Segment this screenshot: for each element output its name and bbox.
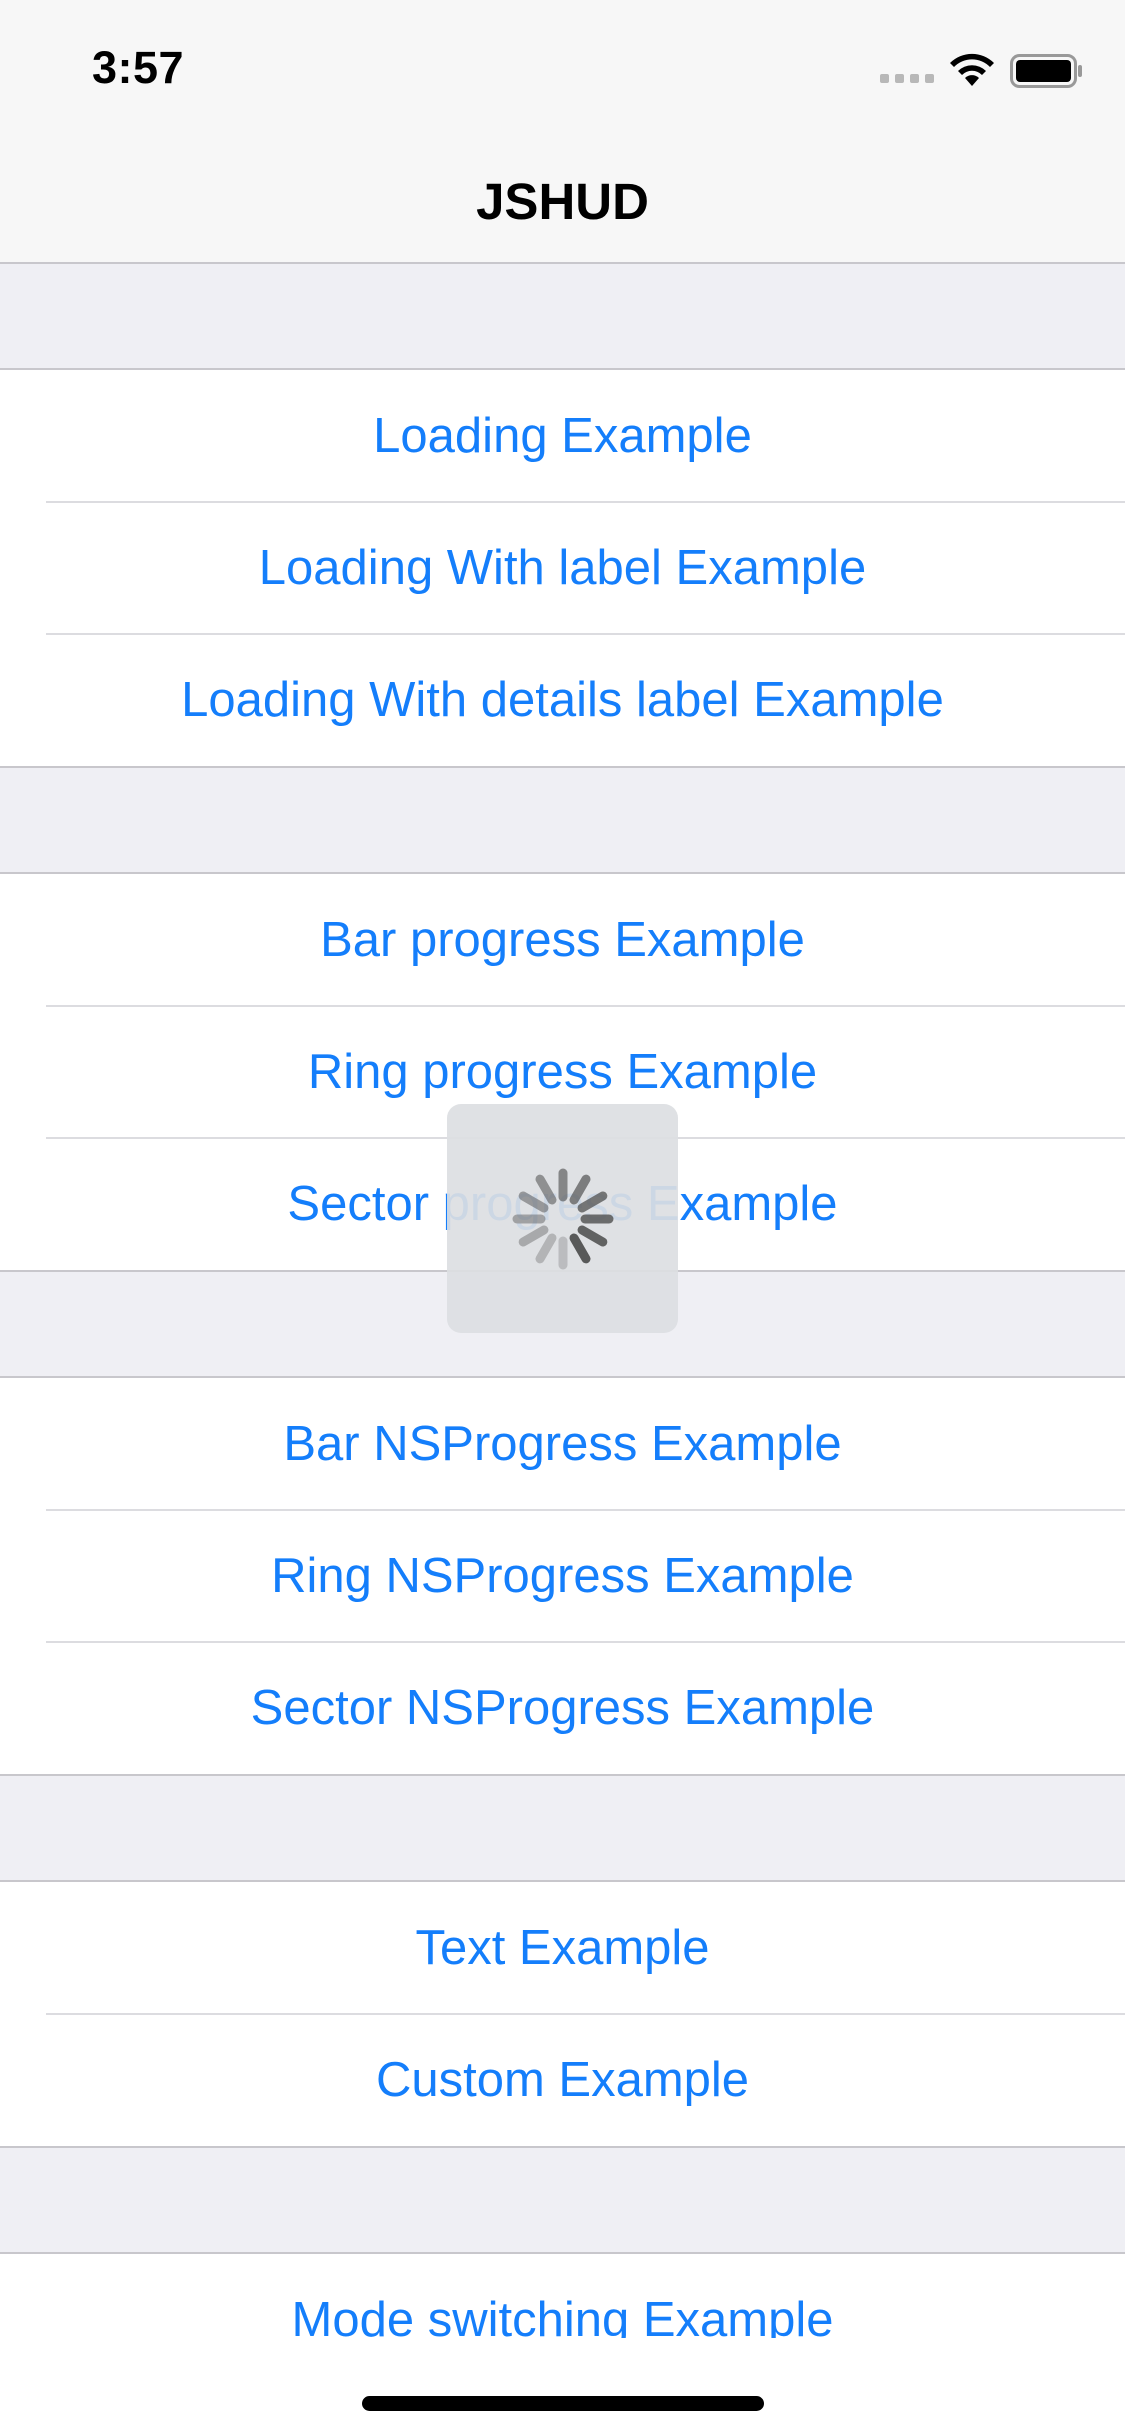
home-indicator[interactable] (362, 2396, 764, 2411)
status-time: 3:57 (92, 42, 185, 93)
spinner-spoke (518, 1225, 548, 1246)
status-bar: 3:57 (0, 0, 1125, 132)
row-ring-nsprogress-example[interactable]: Ring NSProgress Example (0, 1509, 1125, 1642)
section-gap (0, 2148, 1125, 2254)
home-indicator-area (0, 2338, 1125, 2436)
row-loading-with-details-label-example[interactable]: Loading With details label Example (0, 633, 1125, 766)
spinner-spoke (577, 1225, 607, 1246)
battery-icon (1010, 54, 1082, 88)
row-bar-progress-example[interactable]: Bar progress Example (0, 874, 1125, 1006)
signal-icon (880, 74, 934, 83)
loading-hud (447, 1104, 678, 1333)
row-loading-example[interactable]: Loading Example (0, 370, 1125, 502)
section-gap (0, 264, 1125, 370)
section-nsprogress: Bar NSProgress Example Ring NSProgress E… (0, 1378, 1125, 1776)
row-bar-nsprogress-example[interactable]: Bar NSProgress Example (0, 1378, 1125, 1510)
section-loading: Loading Example Loading With label Examp… (0, 370, 1125, 768)
spinner-spoke (518, 1191, 548, 1212)
section-gap (0, 768, 1125, 874)
spinner-spoke (577, 1191, 607, 1212)
spinner-spoke (569, 1233, 590, 1263)
wifi-icon (950, 53, 994, 86)
page-title: JSHUD (476, 173, 649, 230)
row-custom-example[interactable]: Custom Example (0, 2013, 1125, 2146)
spinner-spoke (569, 1174, 590, 1204)
row-loading-with-label-example[interactable]: Loading With label Example (0, 501, 1125, 634)
section-gap (0, 1776, 1125, 1882)
section-text-custom: Text Example Custom Example (0, 1882, 1125, 2148)
row-text-example[interactable]: Text Example (0, 1882, 1125, 2014)
app-screen: 3:57 JSHUD Loading Example Loading With … (0, 0, 1125, 2436)
navigation-bar: JSHUD (0, 132, 1125, 264)
spinner-spoke (535, 1233, 556, 1263)
row-sector-nsprogress-example[interactable]: Sector NSProgress Example (0, 1641, 1125, 1774)
activity-spinner-icon (512, 1168, 613, 1269)
spinner-spoke (535, 1174, 556, 1204)
